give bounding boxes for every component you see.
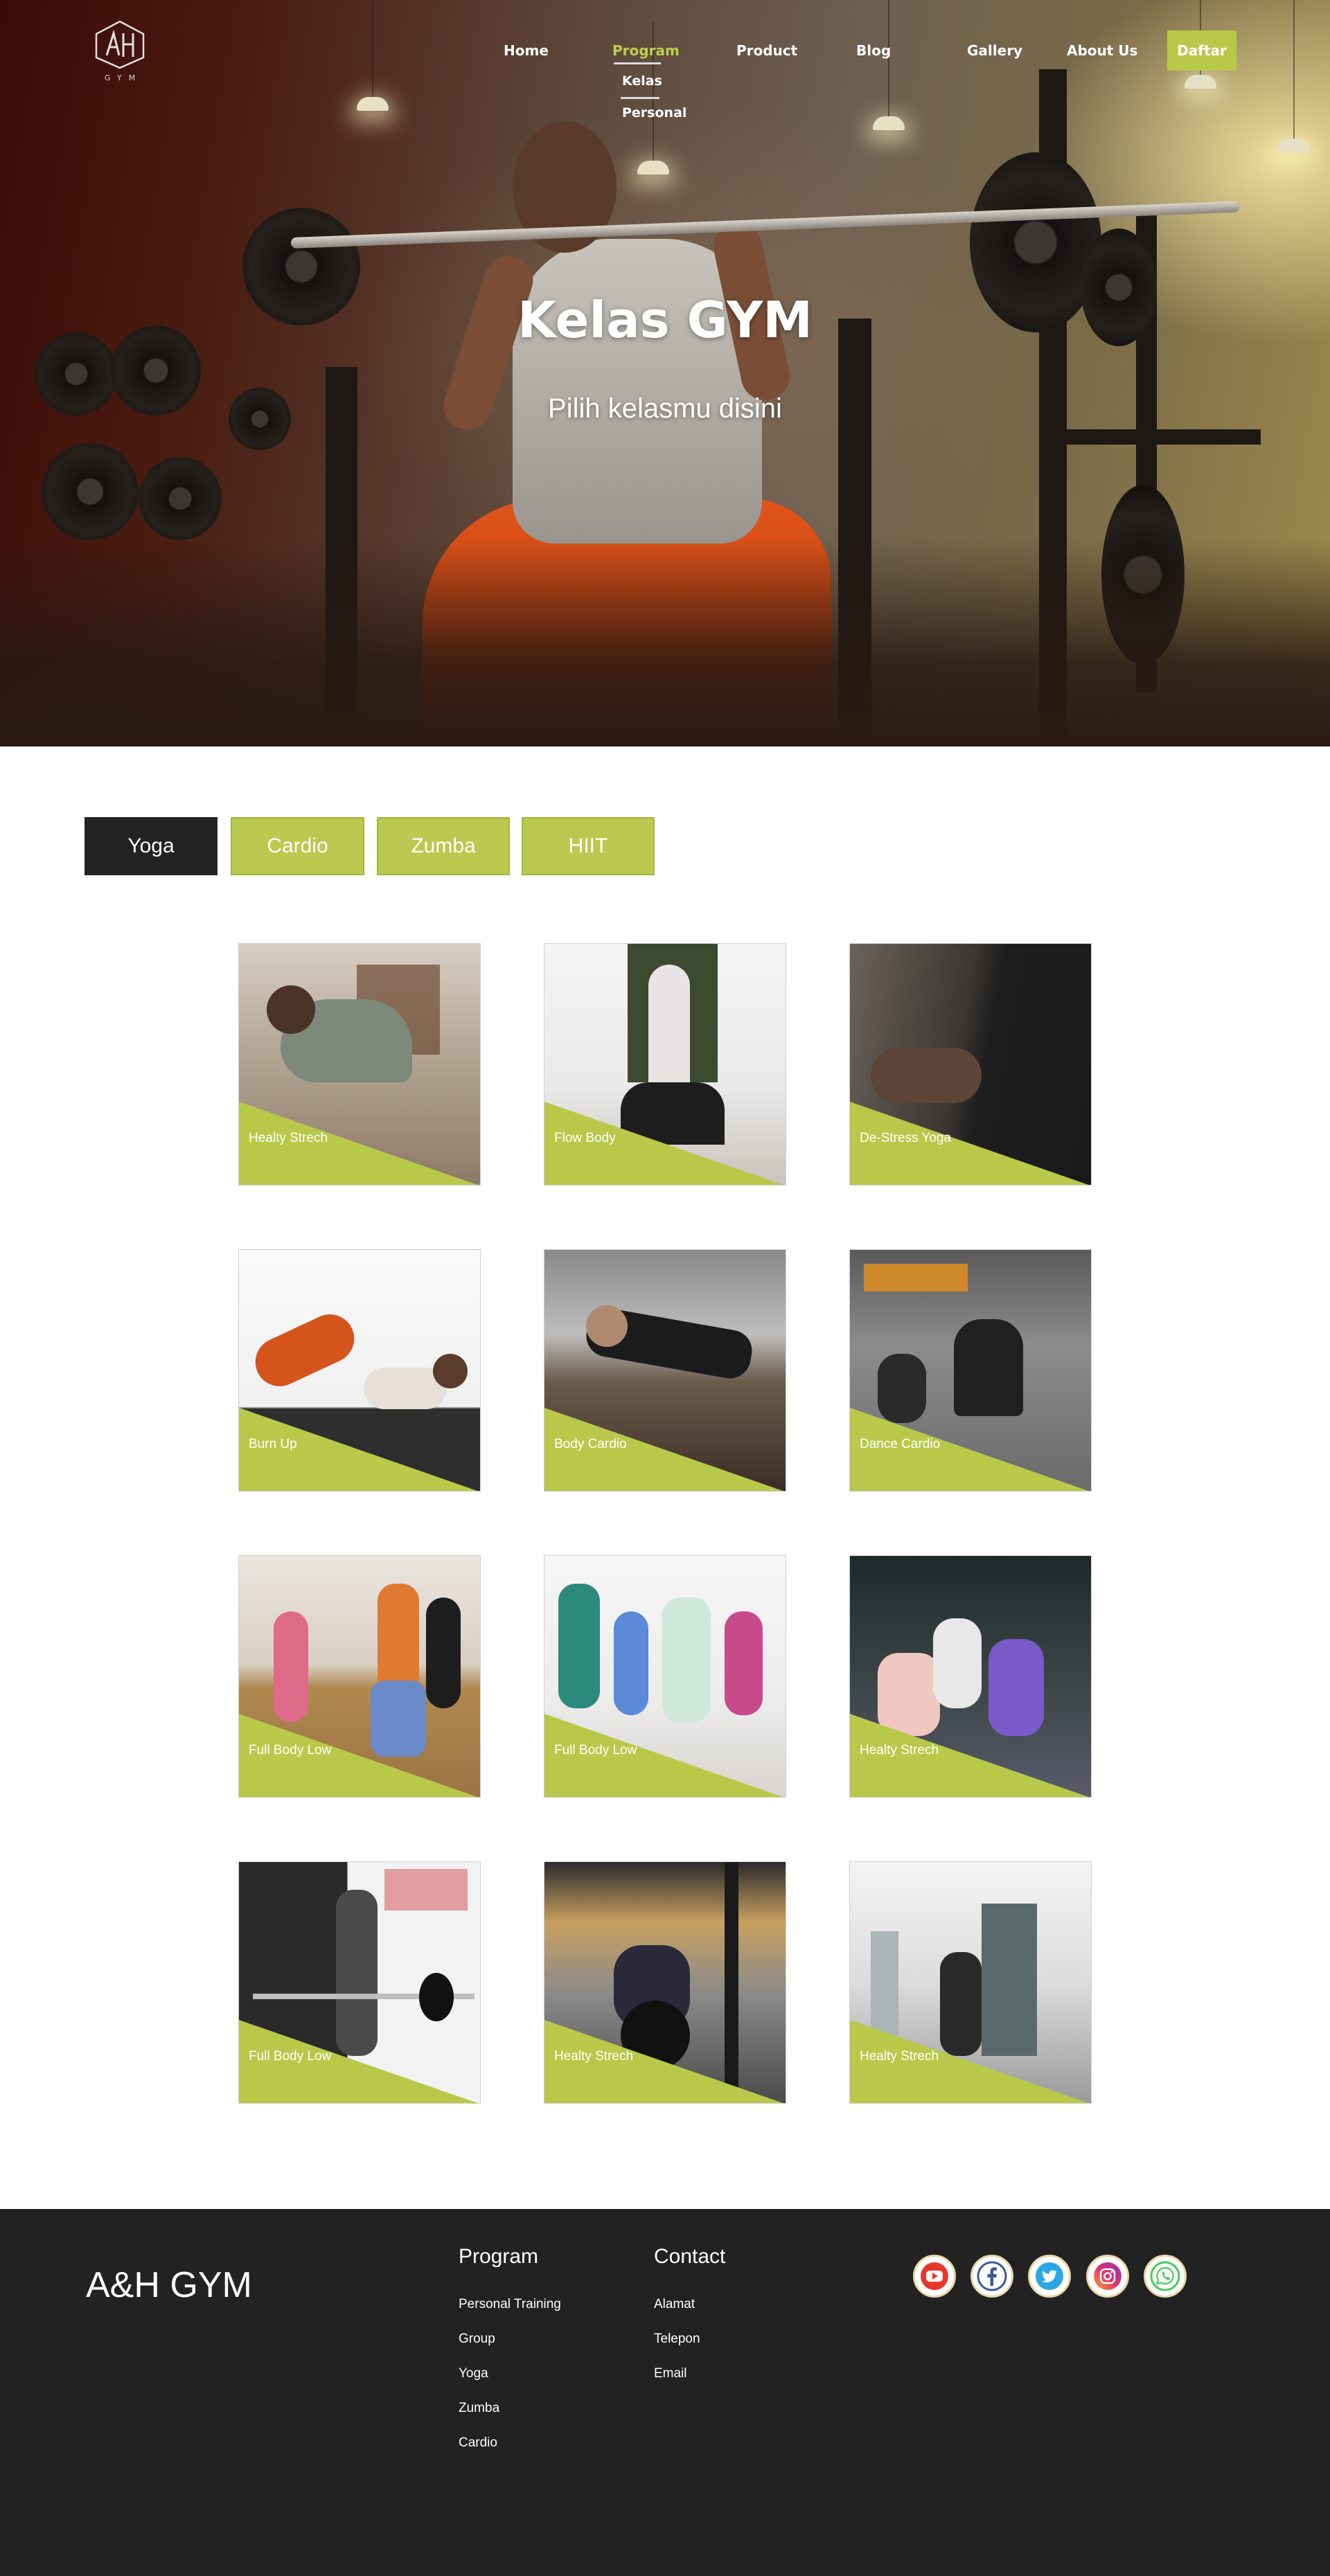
- nav-sub-personal[interactable]: Personal: [622, 105, 686, 120]
- card-accent-triangle: [850, 1408, 1089, 1491]
- class-card-title: Healty Strech: [860, 2049, 939, 2064]
- footer-link-group[interactable]: Group: [459, 2332, 495, 2347]
- class-card-title: Healty Strech: [860, 1743, 939, 1757]
- class-card[interactable]: Healty Strech: [238, 943, 481, 1186]
- footer-link-zumba[interactable]: Zumba: [459, 2401, 499, 2416]
- class-card-title: De-Stress Yoga: [860, 1131, 952, 1145]
- facebook-icon[interactable]: [970, 2255, 1013, 2298]
- class-card[interactable]: Flow Body: [544, 943, 786, 1186]
- footer-link-personal-training[interactable]: Personal Training: [459, 2297, 561, 2312]
- card-accent-triangle: [850, 2020, 1089, 2103]
- logo-subtext: GYM: [104, 73, 143, 82]
- daftar-button[interactable]: Daftar: [1167, 30, 1236, 71]
- card-accent-triangle: [239, 2020, 478, 2103]
- class-card[interactable]: Healty Strech: [849, 1861, 1092, 2104]
- footer-link-yoga[interactable]: Yoga: [459, 2366, 488, 2381]
- site-footer: A&H GYM Program Personal Training Group …: [0, 2209, 1330, 2576]
- tab-yoga[interactable]: Yoga: [85, 817, 218, 875]
- class-card-title: Full Body Low: [249, 2049, 332, 2064]
- nav-sub-kelas[interactable]: Kelas: [622, 73, 662, 89]
- class-card[interactable]: Healty Strech: [849, 1555, 1092, 1798]
- card-accent-triangle: [239, 1408, 478, 1491]
- class-card[interactable]: Full Body Low: [238, 1555, 481, 1798]
- hero-title: Kelas GYM: [517, 291, 813, 349]
- nav-blog[interactable]: Blog: [856, 42, 891, 59]
- nav-home[interactable]: Home: [504, 42, 549, 59]
- footer-link-cardio[interactable]: Cardio: [459, 2435, 497, 2451]
- footer-link-email[interactable]: Email: [654, 2366, 687, 2381]
- card-accent-triangle: [544, 1408, 783, 1491]
- brand-logo[interactable]: GYM: [93, 19, 147, 86]
- footer-brand: A&H GYM: [86, 2265, 252, 2305]
- instagram-icon[interactable]: [1086, 2255, 1129, 2298]
- class-card-title: Dance Cardio: [860, 1437, 941, 1451]
- youtube-icon[interactable]: [913, 2255, 956, 2298]
- nav-about[interactable]: About Us: [1067, 42, 1137, 59]
- footer-program-title: Program: [459, 2245, 539, 2268]
- nav-kelas-underline: [621, 97, 659, 99]
- whatsapp-icon[interactable]: [1144, 2255, 1187, 2298]
- footer-link-alamat[interactable]: Alamat: [654, 2297, 695, 2312]
- footer-contact-title: Contact: [654, 2245, 726, 2268]
- class-card[interactable]: Full Body Low: [238, 1861, 481, 2104]
- class-card-title: Healty Strech: [249, 1131, 328, 1145]
- card-accent-triangle: [544, 1714, 783, 1797]
- class-card-title: Full Body Low: [249, 1743, 332, 1757]
- class-card-title: Healty Strech: [554, 2049, 634, 2064]
- card-accent-triangle: [544, 1102, 783, 1185]
- class-card[interactable]: Burn Up: [238, 1249, 481, 1492]
- card-accent-triangle: [239, 1102, 478, 1185]
- tab-cardio[interactable]: Cardio: [231, 817, 364, 875]
- tab-zumba[interactable]: Zumba: [377, 817, 510, 875]
- class-card[interactable]: Full Body Low: [544, 1555, 786, 1798]
- card-accent-triangle: [544, 2020, 783, 2103]
- class-card-title: Flow Body: [554, 1131, 616, 1145]
- class-card[interactable]: De-Stress Yoga: [849, 943, 1092, 1186]
- class-card[interactable]: Body Cardio: [544, 1249, 786, 1492]
- hero-subtitle: Pilih kelasmu disini: [548, 393, 782, 424]
- hexagon-logo-icon: [95, 20, 145, 69]
- class-card-title: Full Body Low: [554, 1743, 637, 1757]
- card-accent-triangle: [850, 1102, 1089, 1185]
- nav-program-underline: [614, 62, 661, 64]
- card-accent-triangle: [850, 1714, 1089, 1797]
- nav-program[interactable]: Program: [612, 42, 680, 59]
- footer-link-telepon[interactable]: Telepon: [654, 2332, 700, 2347]
- nav-gallery[interactable]: Gallery: [967, 42, 1022, 59]
- tab-hiit[interactable]: HIIT: [522, 817, 655, 875]
- nav-product[interactable]: Product: [736, 42, 797, 59]
- class-card[interactable]: Dance Cardio: [849, 1249, 1092, 1492]
- class-card-title: Burn Up: [249, 1437, 297, 1451]
- class-card-title: Body Cardio: [554, 1437, 627, 1451]
- twitter-icon[interactable]: [1028, 2255, 1071, 2298]
- card-accent-triangle: [239, 1714, 478, 1797]
- class-card[interactable]: Healty Strech: [544, 1861, 786, 2104]
